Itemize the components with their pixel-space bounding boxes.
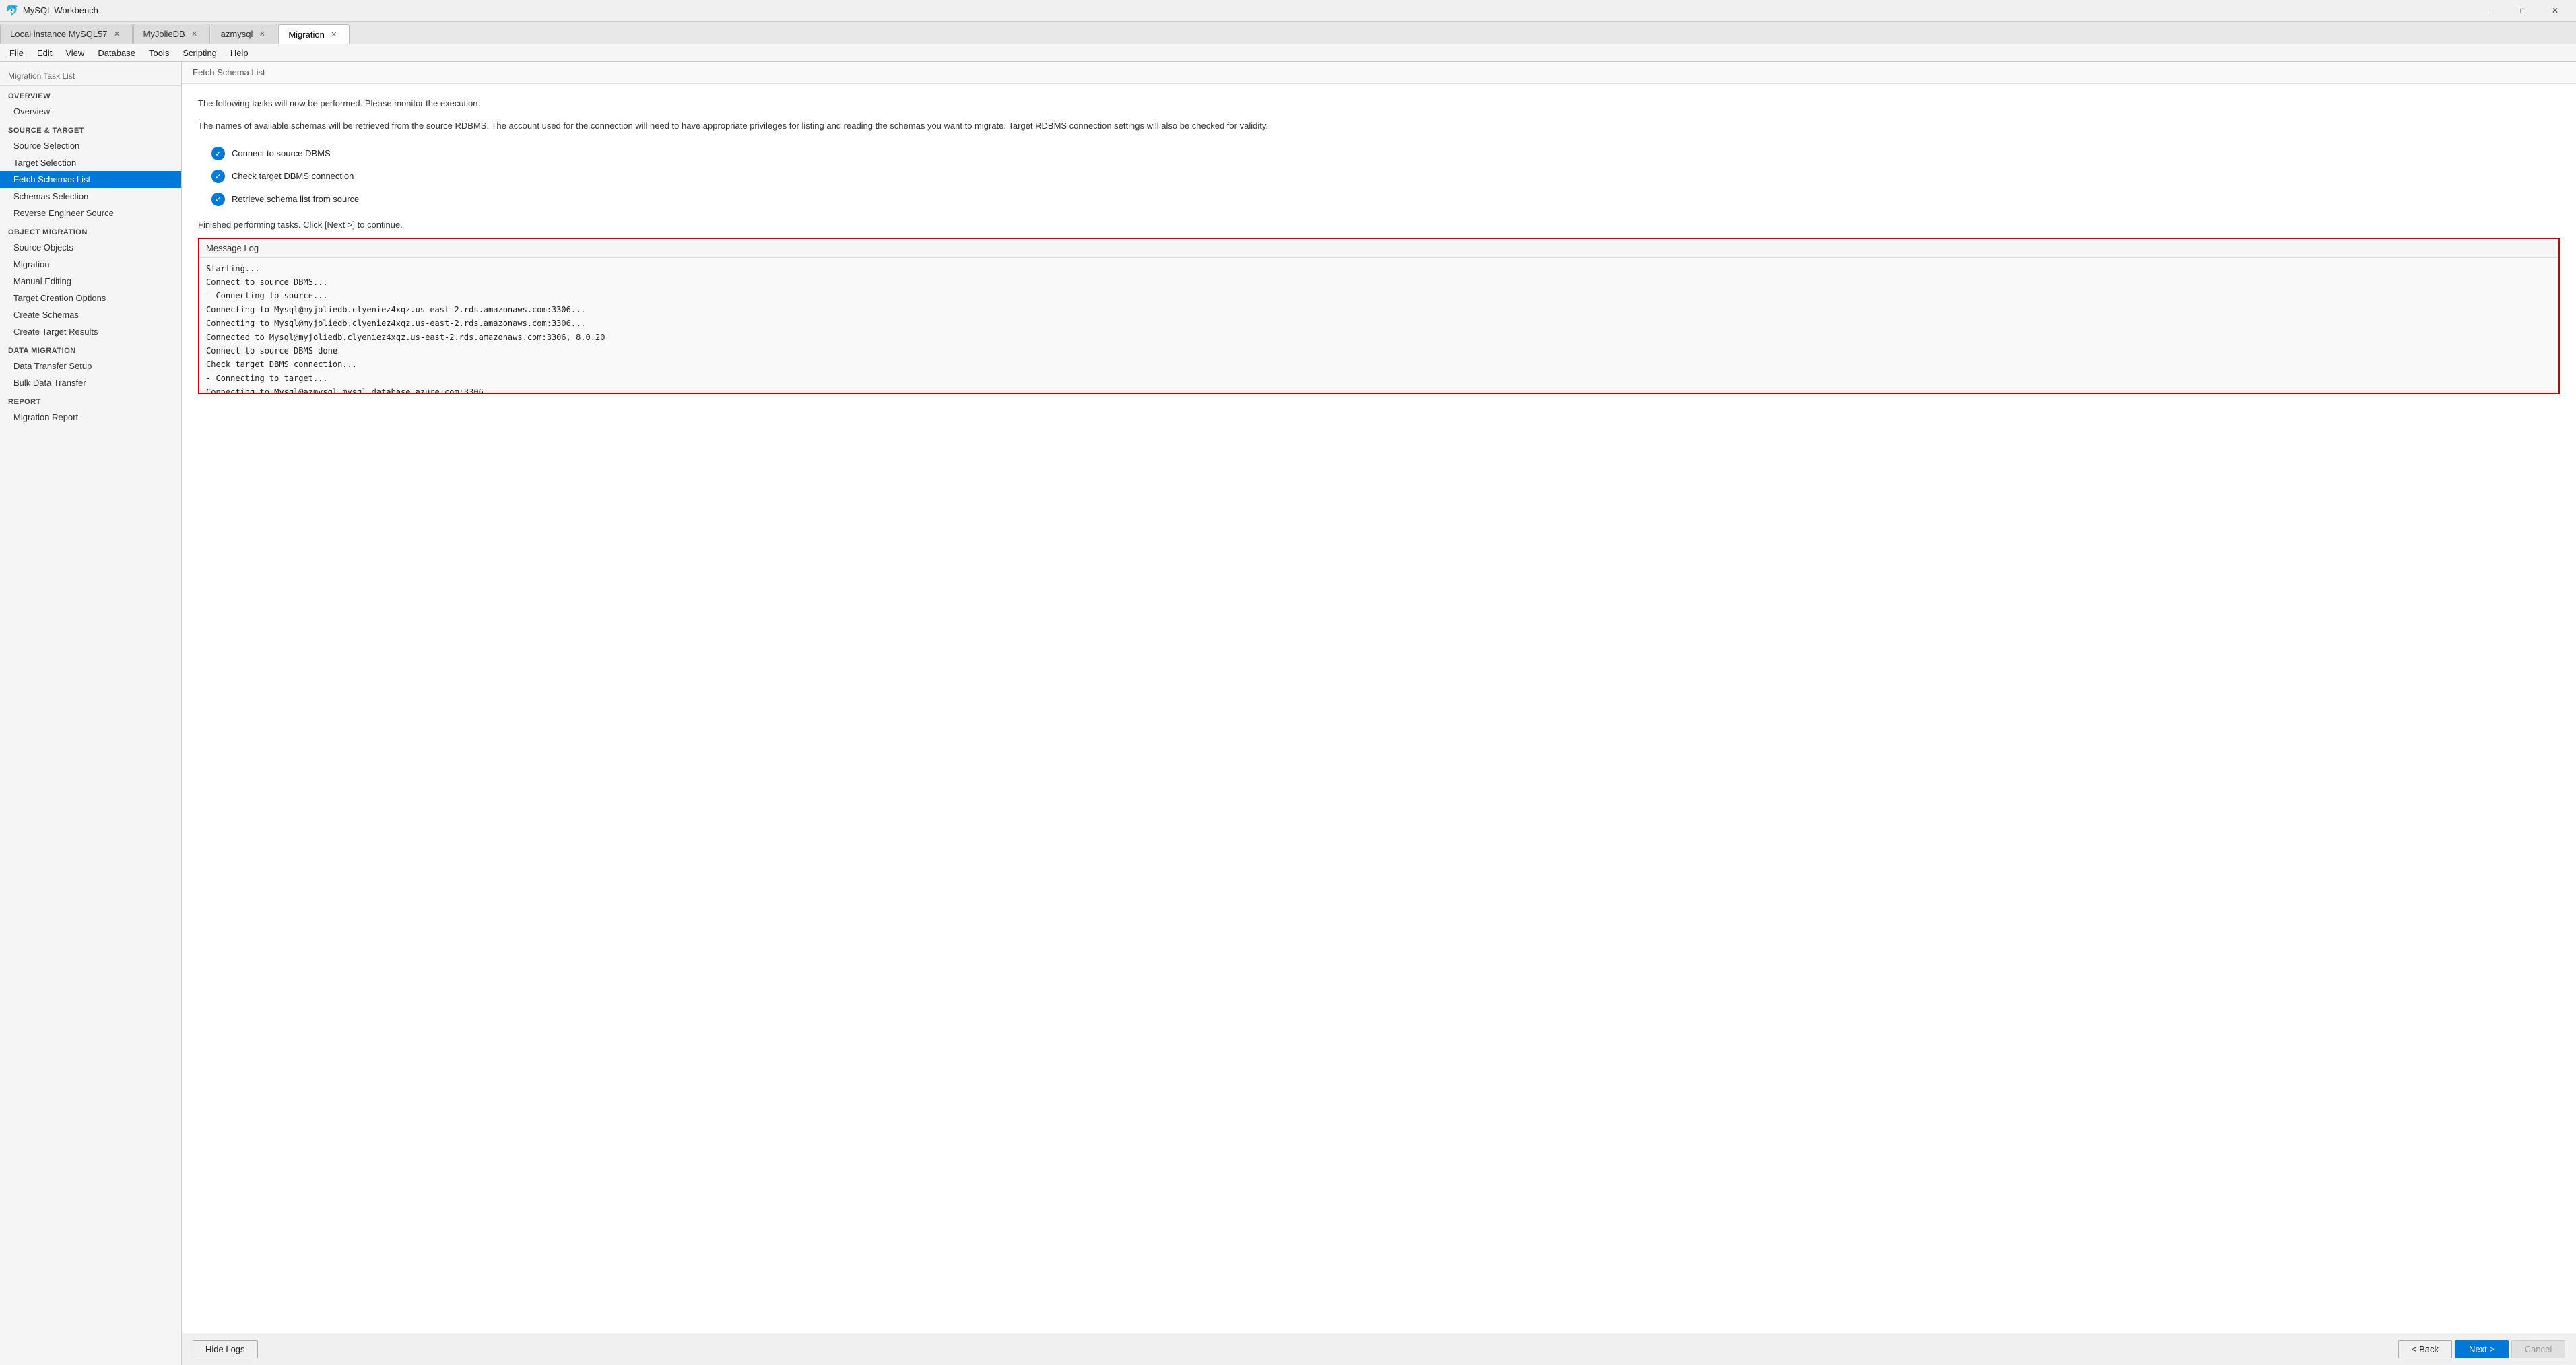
next-button[interactable]: Next >	[2455, 1340, 2509, 1358]
task-item-task1: ✓ Connect to source DBMS	[211, 147, 2560, 160]
tab-close-local[interactable]: ✕	[112, 29, 123, 40]
description-1: The following tasks will now be performe…	[198, 97, 2560, 111]
tab-label: Migration	[288, 30, 324, 40]
nav-buttons: < Back Next > Cancel	[2398, 1340, 2565, 1358]
log-line: Connecting to Mysql@myjoliedb.clyeniez4x…	[206, 303, 2552, 317]
sidebar-item-data-transfer[interactable]: Data Transfer Setup	[0, 358, 181, 374]
app-title: MySQL Workbench	[23, 5, 2475, 15]
task-label-task3: Retrieve schema list from source	[232, 194, 359, 204]
log-line: Connect to source DBMS...	[206, 275, 2552, 289]
tab-azmysql[interactable]: azmysql ✕	[211, 24, 278, 44]
log-line: Connected to Mysql@myjoliedb.clyeniez4xq…	[206, 331, 2552, 344]
sidebar-section-object-migration: OBJECT MIGRATION	[0, 222, 181, 239]
sidebar-section-overview: OVERVIEW	[0, 86, 181, 103]
task-label-task2: Check target DBMS connection	[232, 171, 354, 181]
task-list: ✓ Connect to source DBMS ✓ Check target …	[211, 147, 2560, 206]
content-body: The following tasks will now be performe…	[182, 84, 2576, 1333]
back-button[interactable]: < Back	[2398, 1340, 2452, 1358]
tab-close-myjolie[interactable]: ✕	[189, 29, 200, 40]
menu-item-edit[interactable]: Edit	[30, 44, 59, 61]
sidebar-item-reverse-engineer[interactable]: Reverse Engineer Source	[0, 205, 181, 222]
check-icon-task2: ✓	[211, 170, 225, 183]
description-2: The names of available schemas will be r…	[198, 119, 2560, 133]
tab-local[interactable]: Local instance MySQL57 ✕	[0, 24, 133, 44]
restore-button[interactable]: □	[2507, 0, 2538, 22]
sidebar-item-create-target[interactable]: Create Target Results	[0, 323, 181, 340]
tab-label: azmysql	[221, 29, 253, 39]
sidebar-item-target-selection[interactable]: Target Selection	[0, 154, 181, 171]
sidebar-item-bulk-transfer[interactable]: Bulk Data Transfer	[0, 374, 181, 391]
menu-item-file[interactable]: File	[3, 44, 30, 61]
task-label-task1: Connect to source DBMS	[232, 148, 331, 158]
content-header: Fetch Schema List	[182, 62, 2576, 84]
menu-item-scripting[interactable]: Scripting	[176, 44, 224, 61]
log-line: - Connecting to target...	[206, 372, 2552, 385]
sidebar-item-migration-report[interactable]: Migration Report	[0, 409, 181, 426]
close-button[interactable]: ✕	[2540, 0, 2571, 22]
tab-myjolie[interactable]: MyJolieDB ✕	[133, 24, 210, 44]
message-log: Message Log Starting...Connect to source…	[198, 238, 2560, 394]
menu-item-tools[interactable]: Tools	[142, 44, 176, 61]
sidebar-item-source-objects[interactable]: Source Objects	[0, 239, 181, 256]
sidebar-item-migration[interactable]: Migration	[0, 256, 181, 273]
main-layout: Migration Task List OVERVIEWOverviewSOUR…	[0, 62, 2576, 1365]
sidebar-item-source-selection[interactable]: Source Selection	[0, 137, 181, 154]
menu-item-view[interactable]: View	[59, 44, 91, 61]
log-line: Starting...	[206, 262, 2552, 275]
sidebar-item-target-creation[interactable]: Target Creation Options	[0, 290, 181, 306]
message-log-content[interactable]: Starting...Connect to source DBMS... - C…	[199, 258, 2558, 393]
content-area: Fetch Schema List The following tasks wi…	[182, 62, 2576, 1365]
bottom-bar: Hide Logs < Back Next > Cancel	[182, 1333, 2576, 1365]
sidebar-item-overview[interactable]: Overview	[0, 103, 181, 120]
tab-label: Local instance MySQL57	[10, 29, 108, 39]
sidebar-item-manual-editing[interactable]: Manual Editing	[0, 273, 181, 290]
log-line: Connecting to Mysql@myjoliedb.clyeniez4x…	[206, 317, 2552, 330]
tab-label: MyJolieDB	[143, 29, 185, 39]
tab-migration[interactable]: Migration ✕	[278, 24, 349, 44]
log-line: - Connecting to source...	[206, 289, 2552, 302]
log-line: Check target DBMS connection...	[206, 358, 2552, 371]
check-icon-task3: ✓	[211, 193, 225, 206]
minimize-button[interactable]: ─	[2475, 0, 2506, 22]
hide-logs-button[interactable]: Hide Logs	[193, 1340, 258, 1358]
window-controls: ─ □ ✕	[2475, 0, 2571, 22]
tab-close-azmysql[interactable]: ✕	[257, 29, 267, 40]
status-text: Finished performing tasks. Click [Next >…	[198, 220, 2560, 230]
title-bar: 🐬 MySQL Workbench ─ □ ✕	[0, 0, 2576, 22]
tab-close-migration[interactable]: ✕	[329, 29, 339, 40]
sidebar-item-fetch-schemas[interactable]: Fetch Schemas List	[0, 171, 181, 188]
task-item-task2: ✓ Check target DBMS connection	[211, 170, 2560, 183]
sidebar-panel-title: Migration Task List	[0, 67, 181, 86]
content-header-title: Fetch Schema List	[193, 67, 265, 77]
cancel-button: Cancel	[2511, 1340, 2565, 1358]
log-line: Connecting to Mysql@azmysql.mysql.databa…	[206, 385, 2552, 392]
message-log-title: Message Log	[199, 239, 2558, 258]
check-icon-task1: ✓	[211, 147, 225, 160]
sidebar: Migration Task List OVERVIEWOverviewSOUR…	[0, 62, 182, 1365]
tab-bar: Local instance MySQL57✕MyJolieDB✕azmysql…	[0, 22, 2576, 44]
log-line: Connect to source DBMS done	[206, 344, 2552, 358]
sidebar-section-report: REPORT	[0, 391, 181, 409]
menu-item-help[interactable]: Help	[224, 44, 255, 61]
menu-item-database[interactable]: Database	[91, 44, 142, 61]
sidebar-section-data-migration: DATA MIGRATION	[0, 340, 181, 358]
sidebar-item-create-schemas[interactable]: Create Schemas	[0, 306, 181, 323]
app-icon: 🐬	[5, 4, 19, 18]
sidebar-section-source-and-target: SOURCE & TARGET	[0, 120, 181, 137]
sidebar-item-schemas-selection[interactable]: Schemas Selection	[0, 188, 181, 205]
menu-bar: FileEditViewDatabaseToolsScriptingHelp	[0, 44, 2576, 62]
task-item-task3: ✓ Retrieve schema list from source	[211, 193, 2560, 206]
